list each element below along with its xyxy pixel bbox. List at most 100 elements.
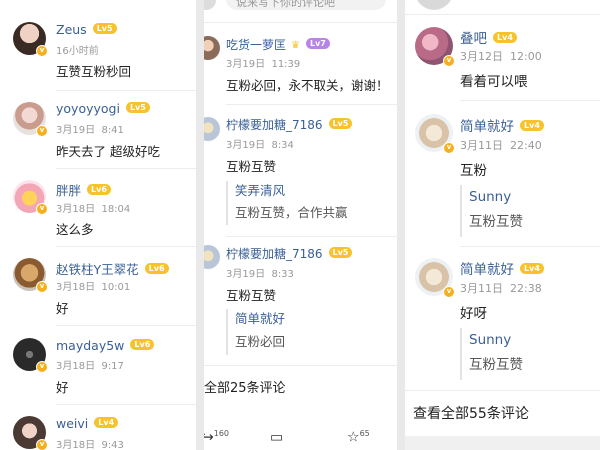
verified-icon: v [36, 45, 48, 57]
like-button[interactable]: ☆65 [347, 429, 370, 446]
verified-icon: v [36, 361, 48, 373]
username[interactable]: Zeus Lv5 [56, 22, 117, 37]
level-badge: Lv5 [328, 247, 353, 258]
verified-icon: v [36, 439, 48, 450]
avatar[interactable]: v [415, 27, 455, 67]
view-all-comments-link[interactable]: 全部25条评论 [204, 377, 286, 396]
divider [56, 325, 196, 326]
comment-text: 看着可以喂 [460, 74, 528, 90]
avatar[interactable]: v [415, 258, 455, 298]
panel-gap [397, 0, 405, 450]
verified-icon: v [36, 203, 48, 215]
comment-text: 昨天去了 超级好吃 [56, 144, 160, 159]
reply-block[interactable]: 笑弄清风 互粉互赞，合作共赢 [226, 181, 348, 225]
comment-time: 16小时前 [56, 46, 99, 57]
divider [226, 236, 397, 237]
level-badge: Lv4 [520, 119, 544, 131]
verified-icon: v [443, 55, 455, 67]
comment-time: 3月11日 22:38 [460, 282, 542, 295]
reply-block[interactable]: 简单就好 互粉必回 [226, 309, 285, 355]
level-badge: Lv6 [130, 339, 155, 350]
divider [204, 365, 397, 366]
action-bar: ↪160 ▭ ☆65 [204, 425, 397, 450]
avatar[interactable]: v [13, 180, 48, 215]
comment-panel-left: v Zeus Lv5 16小时前 互赞互粉秒回 v yoyoyyogi Lv5 3月… [0, 0, 196, 450]
panel-gap [196, 0, 204, 450]
divider [460, 100, 600, 101]
level-badge: Lv4 [493, 31, 517, 43]
reply-block[interactable]: Sunny 互粉互赞 [460, 328, 523, 380]
divider [56, 90, 196, 91]
divider [405, 14, 600, 15]
comment-text: 好 [56, 301, 69, 316]
comment-panel-right: v 叠吧 Lv4 3月12日 12:00 看着可以喂 v 简单就好 Lv4 3月11… [405, 0, 600, 450]
share-button[interactable]: ↪160 [204, 429, 229, 446]
reply-username[interactable]: Sunny [469, 328, 523, 352]
avatar[interactable] [204, 117, 220, 141]
avatar[interactable]: v [13, 102, 48, 137]
comment-text: 互粉互赞 [226, 288, 277, 303]
comment-time: 3月18日 9:43 [56, 440, 124, 450]
verified-icon: v [36, 125, 48, 137]
comment-time: 3月11日 22:40 [460, 139, 542, 152]
avatar[interactable]: v [13, 22, 48, 57]
level-badge: Lv6 [144, 263, 169, 274]
comment-text: 互粉 [460, 163, 487, 179]
verified-icon: v [443, 142, 455, 154]
reply-text: 互粉必回 [235, 334, 286, 349]
username[interactable]: yoyoyyogi Lv5 [56, 101, 150, 116]
reply-text: 互粉互赞，合作共赢 [235, 205, 348, 220]
reply-username[interactable]: Sunny [469, 185, 523, 209]
comment-icon: ▭ [270, 429, 284, 446]
comment-item: v Zeus Lv5 16小时前 互赞互粉秒回 [0, 0, 196, 90]
level-badge: Lv5 [328, 118, 353, 129]
verified-icon: v [36, 281, 48, 293]
username[interactable]: 胖胖 Lv6 [56, 180, 111, 199]
level-badge: Lv5 [92, 23, 117, 34]
username[interactable]: 吃货一萝匡 ♛ Lv7 [226, 36, 330, 53]
divider [405, 390, 600, 391]
level-badge: Lv6 [87, 184, 111, 195]
comment-time: 3月19日 11:39 [226, 59, 301, 70]
avatar[interactable]: v [13, 416, 48, 450]
reply-username[interactable]: 笑弄清风 [235, 181, 348, 201]
avatar[interactable]: v [415, 114, 455, 154]
avatar [415, 0, 453, 10]
reply-text: 互粉互赞 [469, 357, 523, 373]
comment-text: 好呀 [460, 306, 487, 322]
avatar[interactable] [204, 245, 220, 269]
crown-icon: ♛ [291, 40, 300, 51]
username[interactable]: weivi Lv4 [56, 416, 119, 431]
avatar[interactable]: v [13, 338, 48, 373]
divider [460, 246, 600, 247]
divider [56, 246, 196, 247]
footer-strip [405, 436, 600, 450]
view-all-comments-link[interactable]: 查看全部55条评论 [413, 403, 529, 423]
comment-text: 互粉必回，永不取关，谢谢！ [226, 78, 389, 93]
level-badge: Lv4 [94, 417, 119, 428]
divider [56, 168, 196, 169]
avatar[interactable] [204, 36, 220, 60]
like-icon: ☆ [347, 429, 360, 446]
comment-button[interactable]: ▭ [270, 429, 283, 446]
username[interactable]: 柠檬要加糖_7186 Lv5 [226, 116, 353, 133]
comment-panel-middle: 说来写下你的评论吧 吃货一萝匡 ♛ Lv7 3月19日 11:39 互粉必回，永不取… [204, 0, 397, 450]
username[interactable]: 简单就好 Lv4 [460, 115, 544, 135]
level-badge: Lv7 [305, 38, 330, 49]
comment-text: 互粉互赞 [226, 159, 277, 174]
username[interactable]: 叠吧 Lv4 [460, 27, 517, 47]
comment-time: 3月19日 8:34 [226, 140, 294, 151]
comment-text: 这么多 [56, 222, 94, 237]
comment-text: 互赞互粉秒回 [56, 64, 132, 79]
avatar[interactable]: v [13, 258, 48, 293]
share-icon: ↪ [204, 429, 214, 446]
username[interactable]: 柠檬要加糖_7186 Lv5 [226, 245, 353, 262]
comment-input[interactable]: 说来写下你的评论吧 [226, 0, 386, 10]
divider [56, 404, 196, 405]
comment-text: 好 [56, 380, 69, 395]
username[interactable]: 赵铁柱Y王翠花 Lv6 [56, 259, 169, 278]
username[interactable]: mayday5w Lv6 [56, 338, 155, 353]
username[interactable]: 简单就好 Lv4 [460, 258, 544, 278]
reply-block[interactable]: Sunny 互粉互赞 [460, 185, 523, 237]
reply-username[interactable]: 简单就好 [235, 309, 285, 329]
